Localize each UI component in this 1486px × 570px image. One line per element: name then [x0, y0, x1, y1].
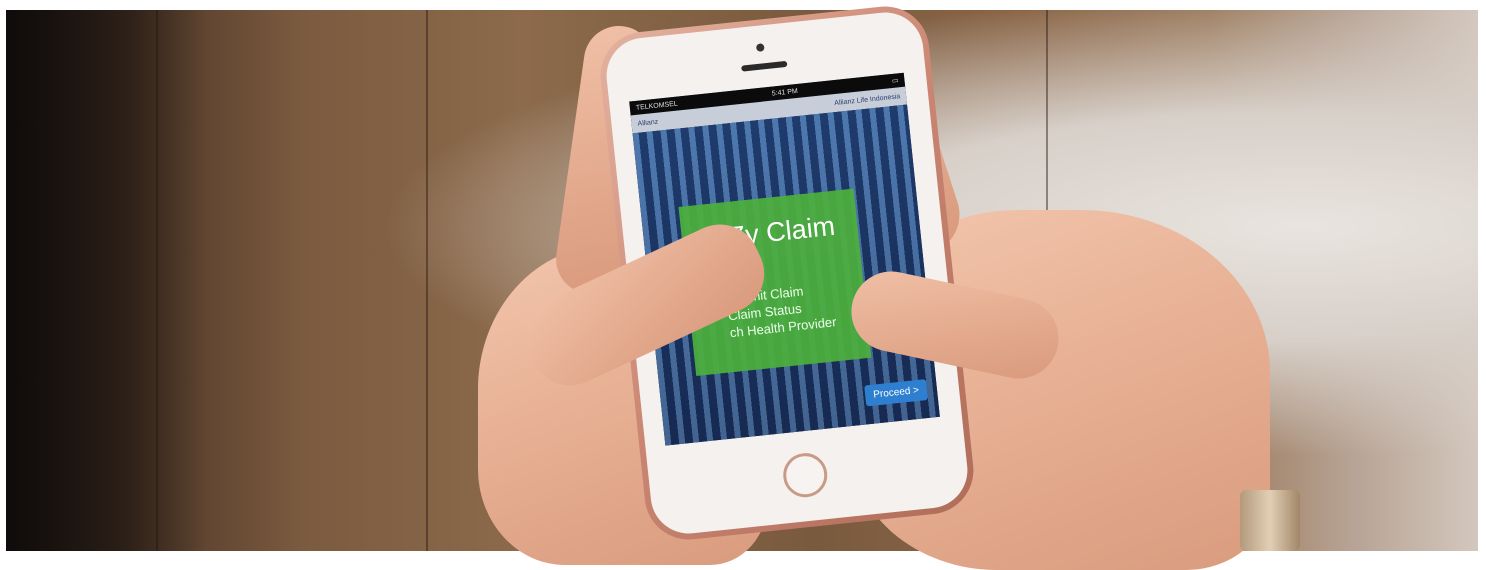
wood-plank-seam: [426, 10, 428, 551]
battery-icon: ▭: [891, 77, 899, 85]
wristwatch: [1240, 490, 1300, 551]
home-button[interactable]: [781, 451, 830, 500]
brand-logo: Allianz: [637, 118, 659, 128]
dark-blur-area: [6, 10, 206, 551]
company-name: Allianz Life Indonesia: [833, 92, 901, 107]
earpiece: [741, 60, 788, 72]
front-camera: [755, 43, 765, 52]
carrier-label: TELKOMSEL: [635, 100, 679, 112]
time-label: 5:41 PM: [771, 87, 799, 98]
